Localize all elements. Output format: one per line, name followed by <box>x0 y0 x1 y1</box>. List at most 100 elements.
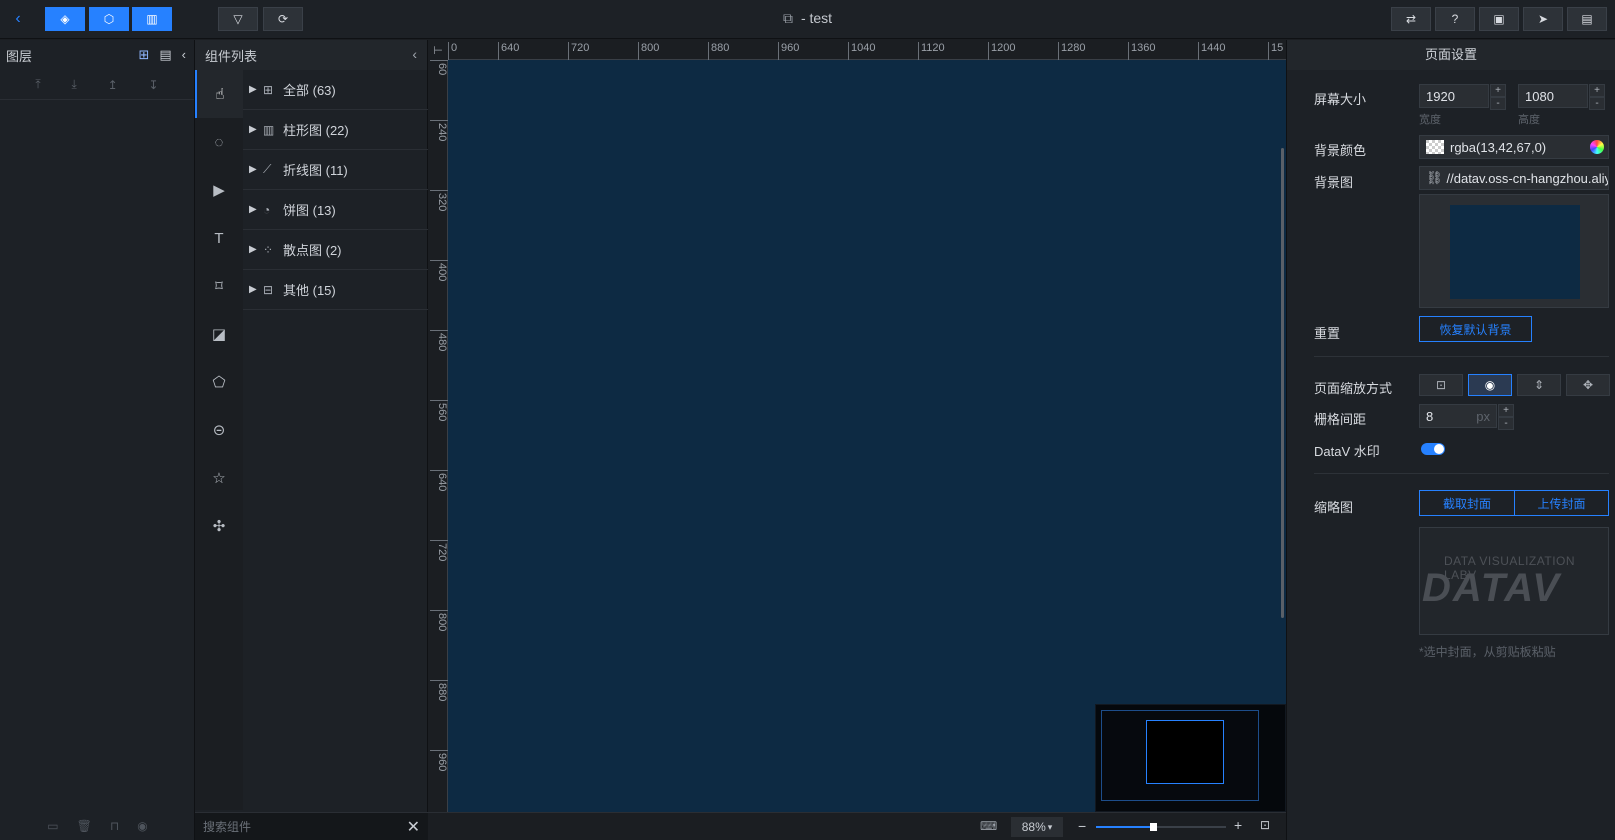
components-header: 组件列表 ‹ <box>195 40 427 70</box>
preview-button[interactable]: ▣ <box>1479 7 1519 31</box>
category-media[interactable]: ▶ <box>195 166 243 214</box>
horizontal-ruler[interactable]: 0 640 720 800 880 960 1040 1120 1200 128… <box>448 40 1286 60</box>
bg-image-input[interactable]: ⛓ //datav.oss-cn-hangzhou.aliyun <box>1419 166 1609 190</box>
width-input[interactable]: 1920 <box>1419 84 1489 108</box>
move-top-icon[interactable]: ↥ <box>108 78 118 92</box>
trash-icon[interactable]: 🗑 <box>77 819 92 833</box>
star-icon: ☆ <box>212 470 226 487</box>
category-relation[interactable]: ⌑ <box>195 262 243 310</box>
zoom-mode-fit[interactable]: ⊡ <box>1419 374 1463 396</box>
collapse-icon[interactable]: ‹ <box>412 46 417 62</box>
send-icon: ➤ <box>1537 12 1549 26</box>
minus-icon[interactable]: - <box>1490 97 1506 110</box>
more-button[interactable]: ▤ <box>1567 7 1607 31</box>
menu-icon: ▤ <box>1581 12 1593 26</box>
project-title: ⧉ - test <box>0 10 1615 27</box>
grid-spacing-input[interactable]: 8 px <box>1419 404 1497 428</box>
capture-cover-button[interactable]: 截取封面 <box>1419 490 1515 516</box>
move-bottom-icon[interactable]: ↧ <box>149 78 159 92</box>
zoom-out-icon[interactable]: − <box>1078 818 1086 834</box>
tree-item-all[interactable]: ▶ ⊞ 全部 (63) <box>243 70 428 110</box>
category-favorites[interactable]: ☆ <box>195 454 243 502</box>
ruler-tick: 1040 <box>848 42 875 60</box>
upload-cover-button[interactable]: 上传封面 <box>1514 490 1609 516</box>
ruler-tick: 15 <box>1268 42 1283 60</box>
ruler-tick: 480 <box>430 330 448 351</box>
canvas-statusbar: ⌨ 88% ▾ − + ⊡ <box>428 812 1286 840</box>
ruler-corner-icon[interactable]: ⊢ <box>428 40 448 60</box>
bar-chart-icon: ▥ <box>263 122 275 137</box>
tree-item-other[interactable]: ▶ ⊟ 其他 (15) <box>243 270 428 310</box>
close-icon[interactable]: ✕ <box>407 817 420 837</box>
category-chart[interactable]: ☝ <box>195 70 243 118</box>
list-view-icon[interactable]: ▤ <box>159 47 171 63</box>
plus-icon[interactable]: + <box>1498 404 1514 417</box>
eye-icon[interactable]: ◉ <box>137 819 147 833</box>
zoom-in-icon[interactable]: + <box>1234 817 1242 833</box>
thumbnail-label: 缩略图 <box>1314 500 1354 515</box>
zoom-select[interactable]: 88% ▾ <box>1011 817 1063 837</box>
grid-stepper[interactable]: + - <box>1498 404 1514 430</box>
publish-settings-button[interactable]: ⇄ <box>1391 7 1431 31</box>
category-map[interactable]: ◌ <box>195 118 243 166</box>
height-stepper[interactable]: + - <box>1589 84 1605 110</box>
zoom-slider[interactable] <box>1096 823 1226 831</box>
minus-icon[interactable]: - <box>1498 417 1514 430</box>
minimap-viewport[interactable] <box>1146 720 1224 784</box>
ruler-tick: 800 <box>638 42 659 60</box>
ruler-tick: 400 <box>430 260 448 281</box>
collapse-icon[interactable]: ‹ <box>182 47 186 63</box>
zoom-slider-handle[interactable] <box>1150 823 1158 831</box>
tree-item-label: 其他 (15) <box>283 283 336 298</box>
category-plugins[interactable]: ✣ <box>195 502 243 550</box>
keyboard-icon[interactable]: ⌨ <box>980 819 997 833</box>
reset-bg-button[interactable]: 恢复默认背景 <box>1419 316 1532 342</box>
tree-item-label: 柱形图 (22) <box>283 123 349 138</box>
component-search: ✕ <box>195 812 428 840</box>
folder-icon[interactable]: ▭ <box>47 819 58 833</box>
width-value: 1920 <box>1426 88 1455 104</box>
tree-item-scatter[interactable]: ▶ ⁘ 散点图 (2) <box>243 230 428 270</box>
minus-icon[interactable]: - <box>1589 97 1605 110</box>
more-icon: ⊝ <box>212 422 226 439</box>
fit-screen-icon[interactable]: ⊡ <box>1260 818 1270 832</box>
publish-button[interactable]: ➤ <box>1523 7 1563 31</box>
grid-view-icon[interactable]: ⊞ <box>138 47 149 63</box>
lock-icon[interactable]: ⊓ <box>110 819 119 833</box>
width-stepper[interactable]: + - <box>1490 84 1506 110</box>
zoom-mode-full[interactable]: ◉ <box>1468 374 1512 396</box>
zoom-mode-height[interactable]: ⇕ <box>1517 374 1561 396</box>
screen-canvas[interactable] <box>448 60 1286 812</box>
search-input[interactable] <box>203 819 393 834</box>
category-text[interactable]: T <box>195 214 243 262</box>
move-up-icon[interactable]: ⤒ <box>35 77 40 92</box>
vertical-scrollbar[interactable] <box>1281 148 1284 618</box>
thumbnail-preview[interactable]: DATA VISUALIZATION LABV DATAV <box>1419 527 1609 635</box>
ruler-tick: 1200 <box>988 42 1015 60</box>
plus-icon[interactable]: + <box>1490 84 1506 97</box>
plus-icon[interactable]: + <box>1589 84 1605 97</box>
move-down-icon[interactable]: ⤓ <box>72 77 77 92</box>
category-material[interactable]: ◪ <box>195 310 243 358</box>
zoom-mode-width[interactable]: ✥ <box>1566 374 1610 396</box>
page-settings-panel: 页面设置 屏幕大小 1920 + - 1080 + - 宽度 高度 背景颜色 rgb… <box>1286 40 1615 840</box>
help-button[interactable]: ? <box>1435 7 1475 31</box>
minimap[interactable] <box>1095 704 1286 812</box>
bg-image-preview[interactable] <box>1419 194 1609 308</box>
height-input[interactable]: 1080 <box>1518 84 1588 108</box>
tree-item-line[interactable]: ▶ ⟋ 折线图 (11) <box>243 150 428 190</box>
color-picker-icon[interactable] <box>1590 140 1604 154</box>
tree-item-pie[interactable]: ▶ ◔ 饼图 (13) <box>243 190 428 230</box>
watermark-toggle[interactable] <box>1421 443 1445 455</box>
ruler-tick: 960 <box>778 42 799 60</box>
category-other[interactable]: ⊝ <box>195 406 243 454</box>
reset-label: 重置 <box>1314 326 1341 341</box>
bg-color-label: 背景颜色 <box>1314 143 1367 158</box>
vertical-ruler[interactable]: 60 240 320 400 480 560 640 720 800 880 9… <box>428 60 448 812</box>
upload-button-label: 上传封面 <box>1537 496 1586 511</box>
divider <box>1314 356 1609 357</box>
tree-item-bar[interactable]: ▶ ▥ 柱形图 (22) <box>243 110 428 150</box>
category-interaction[interactable]: ⬠ <box>195 358 243 406</box>
caret-right-icon: ▶ <box>249 84 257 95</box>
bg-color-input[interactable]: rgba(13,42,67,0) <box>1419 135 1609 159</box>
